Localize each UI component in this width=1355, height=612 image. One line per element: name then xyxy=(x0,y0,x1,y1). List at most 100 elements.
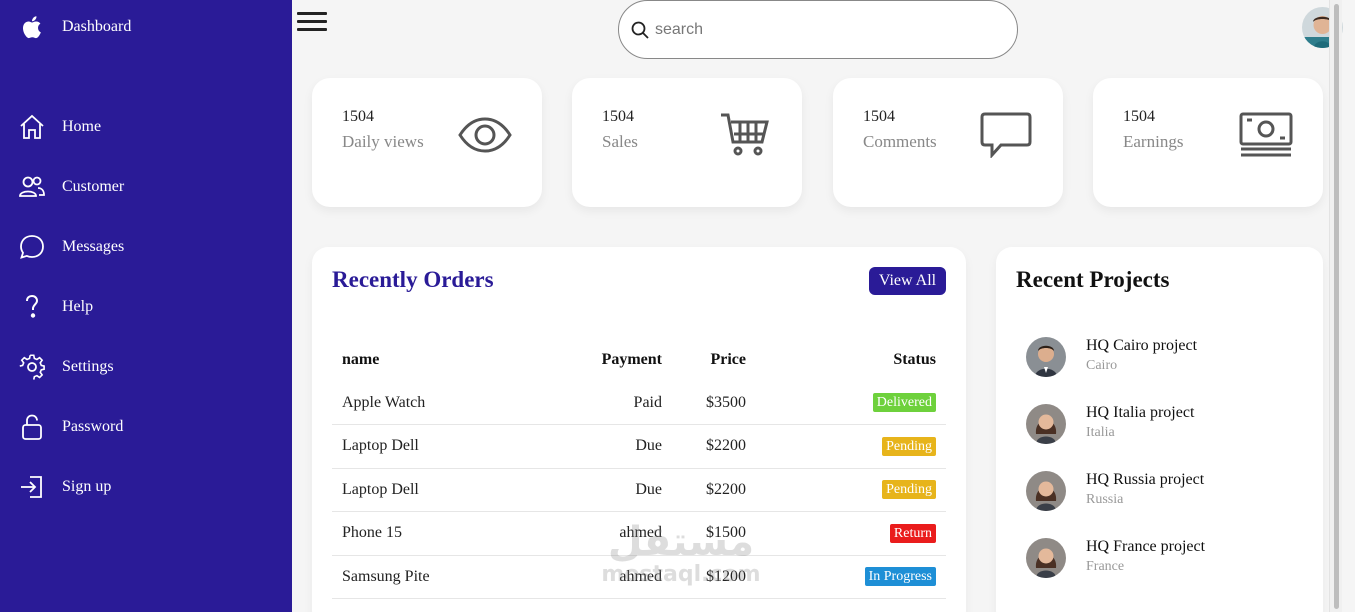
sidebar-item-label: Sign up xyxy=(62,478,112,495)
lock-icon xyxy=(18,413,46,441)
stat-caption: Daily views xyxy=(342,132,424,151)
avatar xyxy=(1026,337,1066,377)
table-header-row: name Payment Price Status xyxy=(332,339,946,381)
order-payment: ahmed xyxy=(552,511,662,556)
sidebar-item-messages[interactable]: Messages xyxy=(18,231,124,263)
order-name: Apple Watch xyxy=(332,381,552,425)
project-name: HQ France project xyxy=(1086,538,1206,555)
status-badge: In Progress xyxy=(864,567,936,587)
main-content: 1504 Daily views 1504 Sales 1504 Comment… xyxy=(292,0,1343,612)
stat-value: 1504 xyxy=(1123,108,1155,125)
stat-card-earnings: 1504 Earnings xyxy=(1093,78,1323,207)
project-city: France xyxy=(1086,559,1125,574)
stat-caption: Comments xyxy=(863,132,937,151)
order-name: Phone 15 xyxy=(332,511,552,556)
avatar xyxy=(1026,538,1066,578)
column-header-price[interactable]: Price xyxy=(662,339,746,381)
order-price: $1500 xyxy=(662,511,746,556)
sidebar-item-home[interactable]: Home xyxy=(18,111,101,143)
table-row[interactable]: Phone 15 ahmed $1500 Return xyxy=(332,511,946,556)
column-header-payment[interactable]: Payment xyxy=(552,339,662,381)
projects-title: Recent Projects xyxy=(1016,267,1170,292)
menu-toggle-icon[interactable] xyxy=(297,12,327,34)
order-price: $3500 xyxy=(662,381,746,425)
stat-card-sales: 1504 Sales xyxy=(572,78,802,207)
order-name: Laptop Dell xyxy=(332,468,552,512)
sidebar-item-label: Customer xyxy=(62,178,125,195)
sidebar-item-label: Password xyxy=(62,418,124,435)
column-header-name[interactable]: name xyxy=(332,339,552,381)
eye-icon xyxy=(458,112,512,158)
stat-caption: Sales xyxy=(602,132,638,151)
stat-value: 1504 xyxy=(602,108,634,125)
search-input[interactable] xyxy=(655,20,985,39)
avatar xyxy=(1026,471,1066,511)
comment-icon xyxy=(979,112,1033,159)
orders-table: name Payment Price Status Apple Watch Pa… xyxy=(332,339,946,599)
sidebar: Dashboard Home Customer Messages Help Se… xyxy=(0,0,292,612)
recent-projects-panel: Recent Projects HQ Cairo project Cairo H… xyxy=(996,247,1323,612)
order-payment: ahmed xyxy=(552,555,662,599)
list-item[interactable]: HQ France project France xyxy=(1026,538,1306,580)
sidebar-item-label: Home xyxy=(62,118,102,135)
order-price: $2200 xyxy=(662,468,746,512)
sidebar-item-label: Messages xyxy=(62,238,125,255)
table-row[interactable]: Apple Watch Paid $3500 Delivered xyxy=(332,381,946,425)
stat-card-daily-views: 1504 Daily views xyxy=(312,78,542,207)
table-row[interactable]: Laptop Dell Due $2200 Pending xyxy=(332,424,946,469)
sidebar-item-password[interactable]: Password xyxy=(18,411,123,443)
order-price: $1200 xyxy=(662,555,746,599)
stat-value: 1504 xyxy=(863,108,895,125)
stat-value: 1504 xyxy=(342,108,374,125)
orders-title: Recently Orders xyxy=(332,267,494,292)
sidebar-item-label: Settings xyxy=(62,358,114,375)
project-name: HQ Cairo project xyxy=(1086,337,1198,354)
project-city: Italia xyxy=(1086,425,1115,440)
order-payment: Paid xyxy=(552,381,662,425)
project-name: HQ Russia project xyxy=(1086,471,1205,488)
cart-icon xyxy=(718,112,772,158)
list-item[interactable]: HQ Italia project Italia xyxy=(1026,404,1306,446)
sidebar-item-label: Help xyxy=(62,298,94,315)
search-bar xyxy=(618,0,1018,59)
sidebar-brand-label: Dashboard xyxy=(62,18,132,35)
status-badge: Return xyxy=(889,523,936,543)
money-icon xyxy=(1239,112,1293,158)
status-badge: Pending xyxy=(882,436,936,456)
order-name: Samsung Pite xyxy=(332,555,552,599)
apple-logo-icon xyxy=(18,13,46,41)
avatar xyxy=(1026,404,1066,444)
stat-caption: Earnings xyxy=(1123,132,1184,151)
project-name: HQ Italia project xyxy=(1086,404,1195,421)
scrollbar[interactable] xyxy=(1329,0,1342,612)
view-all-button[interactable]: View All xyxy=(869,267,946,295)
status-badge: Pending xyxy=(882,480,936,500)
list-item[interactable]: HQ Russia project Russia xyxy=(1026,471,1306,513)
scrollbar-thumb[interactable] xyxy=(1334,4,1339,609)
list-item[interactable]: HQ Cairo project Cairo xyxy=(1026,337,1306,379)
chat-icon xyxy=(18,233,46,261)
sidebar-item-settings[interactable]: Settings xyxy=(18,351,114,383)
sidebar-item-customer[interactable]: Customer xyxy=(18,171,124,203)
sidebar-brand[interactable]: Dashboard xyxy=(18,11,131,43)
order-payment: Due xyxy=(552,424,662,469)
sidebar-item-sign-up[interactable]: Sign up xyxy=(18,471,111,503)
home-icon xyxy=(18,113,46,141)
sign-in-icon xyxy=(18,473,46,501)
order-name: Laptop Dell xyxy=(332,424,552,469)
order-price: $2200 xyxy=(662,424,746,469)
table-row[interactable]: Samsung Pite ahmed $1200 In Progress xyxy=(332,555,946,599)
stat-card-comments: 1504 Comments xyxy=(833,78,1063,207)
column-header-status[interactable]: Status xyxy=(746,339,946,381)
order-payment: Due xyxy=(552,468,662,512)
users-icon xyxy=(18,173,46,201)
table-row[interactable]: Laptop Dell Due $2200 Pending xyxy=(332,468,946,512)
project-city: Cairo xyxy=(1086,358,1118,373)
sidebar-item-help[interactable]: Help xyxy=(18,291,93,323)
status-badge: Delivered xyxy=(872,393,936,412)
search-icon[interactable] xyxy=(629,19,651,41)
recent-orders-panel: Recently Orders View All name Payment Pr… xyxy=(312,247,966,612)
help-icon xyxy=(18,293,46,321)
project-city: Russia xyxy=(1086,492,1124,507)
gear-icon xyxy=(18,353,46,381)
